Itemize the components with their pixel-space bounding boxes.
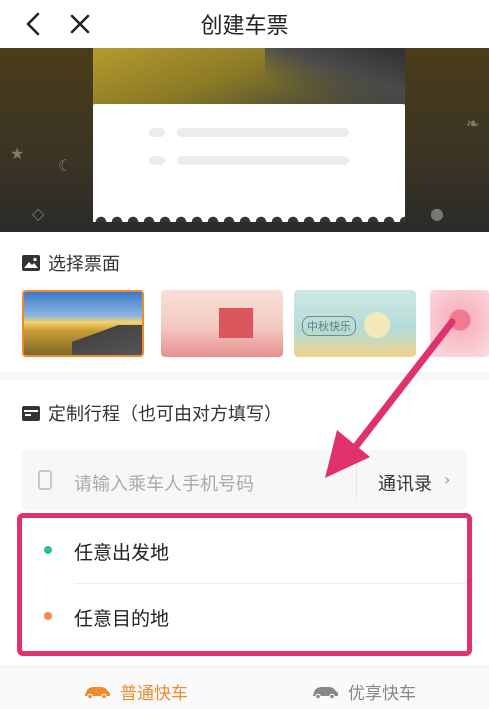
standard-express-label: 普通快车 xyxy=(120,684,188,704)
itinerary-section-header: 定制行程（也可由对方填写） xyxy=(22,400,282,426)
phone-row-separator xyxy=(356,462,357,498)
car-icon xyxy=(85,686,110,699)
dot-icon: ● xyxy=(430,204,444,223)
top-bar: 创建车票 xyxy=(0,0,489,48)
star-icon: ★ xyxy=(10,144,25,163)
image-icon xyxy=(22,255,40,271)
section-divider xyxy=(0,372,489,380)
service-selector: 普通快车 优享快车 xyxy=(0,666,489,709)
phone-input[interactable]: 请输入乘车人手机号码 xyxy=(74,470,254,496)
page-title: 创建车票 xyxy=(200,14,289,39)
ticket-card xyxy=(93,104,405,214)
leaf-icon: ❧ xyxy=(466,114,480,133)
premium-express-label: 优享快车 xyxy=(348,684,416,704)
car-icon xyxy=(313,686,338,699)
theme-tag-label: 中秋快乐 xyxy=(302,316,356,336)
theme-thumb-sunset-road[interactable] xyxy=(22,290,144,357)
ticket-scallop-edge xyxy=(93,208,405,222)
highlight-box xyxy=(17,513,472,656)
theme-thumb-national-day[interactable] xyxy=(161,290,283,357)
ticket-section-header: 选择票面 xyxy=(22,250,120,276)
theme-thumb-hearts[interactable] xyxy=(430,290,489,357)
chevron-right-icon: › xyxy=(444,470,451,489)
diamond-icon: ◇ xyxy=(32,204,45,223)
ticket-scene-image xyxy=(93,48,405,108)
standard-express-option[interactable]: 普通快车 xyxy=(82,679,188,704)
ticket-preview: ★ ☾ ◇ ❧ ● xyxy=(0,48,489,232)
theme-thumb-mid-autumn[interactable]: 中秋快乐 xyxy=(294,290,416,357)
itinerary-section-title: 定制行程（也可由对方填写） xyxy=(48,404,282,425)
ticket-theme-list: 中秋快乐 xyxy=(0,290,489,360)
calendar-icon xyxy=(22,406,40,421)
contacts-button[interactable]: 通讯录 xyxy=(378,470,432,496)
phone-icon xyxy=(38,470,52,490)
moon-icon: ☾ xyxy=(58,156,73,175)
phone-input-row[interactable]: 请输入乘车人手机号码 通讯录 › xyxy=(22,450,467,510)
ticket-section-title: 选择票面 xyxy=(48,254,120,275)
premium-express-option[interactable]: 优享快车 xyxy=(310,679,416,704)
